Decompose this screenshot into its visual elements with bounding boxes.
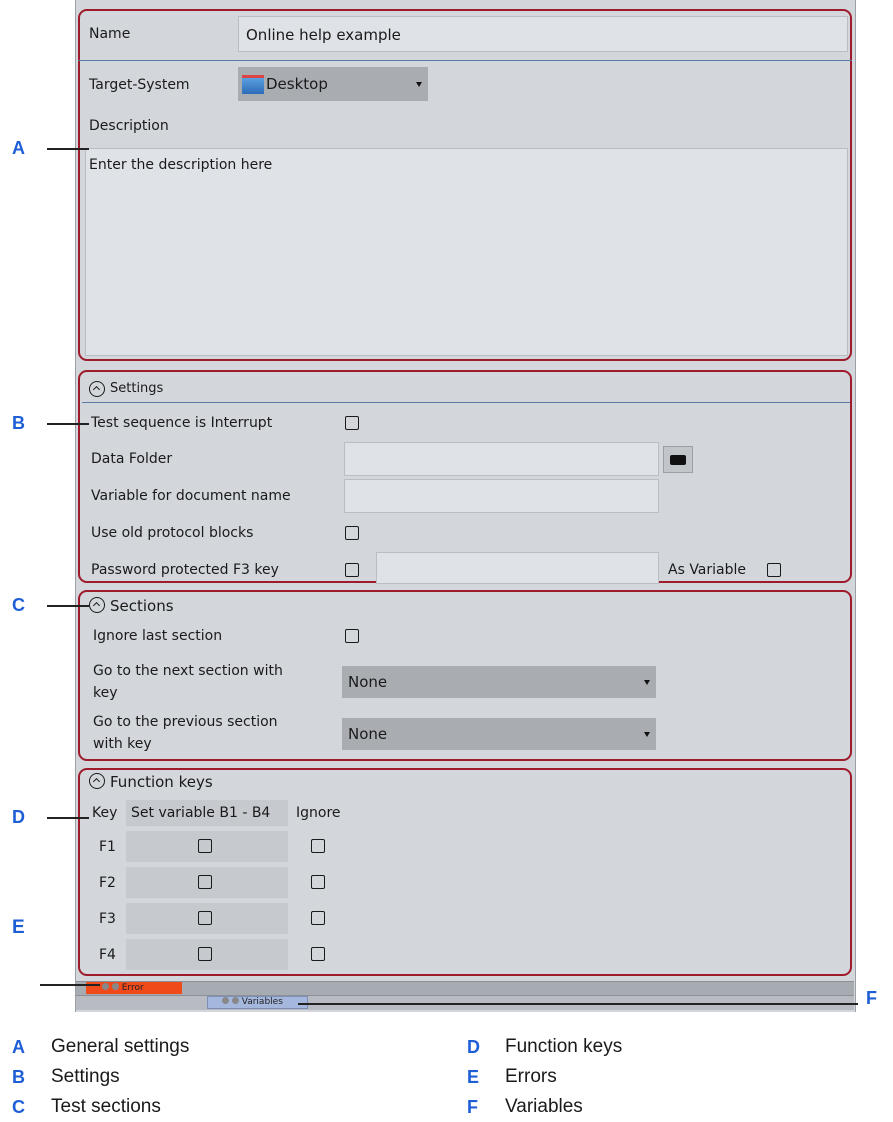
- callout-a-line: [47, 148, 89, 150]
- test-interrupt-checkbox[interactable]: [345, 416, 359, 430]
- sections-header: Sections: [110, 597, 174, 615]
- callout-b-line: [47, 423, 89, 425]
- status-dot-icon: [231, 997, 239, 1004]
- legend-letter: E: [467, 1067, 480, 1087]
- name-value: Online help example: [246, 26, 401, 44]
- fkey-row-label: F2: [99, 875, 116, 891]
- fkey-row-label: F3: [99, 911, 116, 927]
- f4-set-variable-checkbox[interactable]: [198, 947, 212, 961]
- ignore-last-checkbox[interactable]: [345, 629, 359, 643]
- name-divider: [78, 60, 852, 61]
- legend-text: General settings: [51, 1036, 190, 1057]
- next-section-value: None: [348, 673, 388, 691]
- callout-d: D: [12, 807, 25, 827]
- collapse-sections-icon[interactable]: [89, 597, 105, 613]
- legend-letter: F: [467, 1097, 478, 1117]
- password-f3-input[interactable]: [376, 552, 659, 584]
- description-value: Enter the description here: [89, 157, 273, 173]
- next-section-label-line1: Go to the next section with: [93, 663, 283, 679]
- chevron-down-icon: [416, 82, 422, 87]
- col-ignore-header: Ignore: [296, 805, 341, 821]
- next-section-label-line2: key: [93, 685, 118, 701]
- description-textarea[interactable]: Enter the description here: [85, 148, 848, 356]
- variable-doc-label: Variable for document name: [91, 488, 291, 504]
- status-dot-icon: [102, 983, 109, 990]
- legend-letter: D: [467, 1037, 480, 1057]
- legend-letter: A: [12, 1037, 25, 1057]
- f1-set-variable-checkbox[interactable]: [198, 839, 212, 853]
- chevron-down-icon: [644, 732, 650, 737]
- name-label: Name: [89, 26, 131, 42]
- variables-tab[interactable]: Variables: [207, 996, 308, 1009]
- variables-tab-label: Variables: [241, 997, 283, 1007]
- ignore-last-label: Ignore last section: [93, 628, 223, 644]
- next-section-select[interactable]: None: [342, 666, 656, 698]
- as-variable-checkbox[interactable]: [767, 563, 781, 577]
- legend-text: Test sections: [51, 1096, 161, 1117]
- f2-ignore-checkbox[interactable]: [311, 875, 325, 889]
- old-protocol-checkbox[interactable]: [345, 526, 359, 540]
- folder-icon: [670, 455, 686, 465]
- variable-doc-input[interactable]: [344, 479, 659, 513]
- prev-section-select[interactable]: None: [342, 718, 656, 750]
- f1-ignore-checkbox[interactable]: [311, 839, 325, 853]
- collapse-settings-icon[interactable]: [89, 381, 105, 397]
- callout-f-line: [298, 1003, 858, 1005]
- f4-ignore-checkbox[interactable]: [311, 947, 325, 961]
- fkey-row-label: F1: [99, 839, 116, 855]
- col-key-header: Key: [92, 805, 118, 821]
- fkey-row-label: F4: [99, 947, 116, 963]
- target-system-label: Target-System: [89, 77, 190, 93]
- name-input[interactable]: Online help example: [238, 16, 848, 52]
- callout-c-line: [47, 605, 89, 607]
- description-label: Description: [89, 118, 169, 134]
- settings-divider: [82, 402, 850, 403]
- as-variable-label: As Variable: [668, 562, 747, 578]
- error-tab[interactable]: Error: [86, 982, 182, 994]
- callout-e-leader: [40, 984, 100, 986]
- target-system-value: Desktop: [266, 75, 328, 93]
- legend-letter: B: [12, 1067, 25, 1087]
- target-system-select[interactable]: Desktop: [238, 67, 428, 101]
- legend-text: Errors: [505, 1066, 557, 1087]
- f3-ignore-checkbox[interactable]: [311, 911, 325, 925]
- settings-header: Settings: [110, 381, 164, 396]
- data-folder-label: Data Folder: [91, 451, 173, 467]
- callout-c: C: [12, 595, 25, 615]
- function-keys-header: Function keys: [110, 773, 213, 791]
- callout-d-line: [47, 817, 89, 819]
- legend-letter: C: [12, 1097, 25, 1117]
- prev-section-label-line2: with key: [93, 736, 152, 752]
- callout-b: B: [12, 413, 25, 433]
- callout-e: E: [12, 917, 25, 938]
- callout-f: F: [866, 988, 877, 1008]
- prev-section-value: None: [348, 725, 388, 743]
- password-f3-checkbox[interactable]: [345, 563, 359, 577]
- test-interrupt-label: Test sequence is Interrupt: [91, 415, 273, 431]
- chevron-down-icon: [644, 680, 650, 685]
- legend-text: Function keys: [505, 1036, 623, 1057]
- password-f3-label: Password protected F3 key: [91, 562, 279, 578]
- col-set-variable-header: Set variable B1 - B4: [131, 805, 271, 821]
- data-folder-input[interactable]: [344, 442, 659, 476]
- callout-a: A: [12, 138, 25, 158]
- error-bar: [76, 981, 854, 995]
- error-tab-label: Error: [121, 983, 144, 993]
- collapse-function-keys-icon[interactable]: [89, 773, 105, 789]
- prev-section-label-line1: Go to the previous section: [93, 714, 278, 730]
- status-dot-icon: [111, 983, 119, 990]
- desktop-icon: [242, 74, 264, 94]
- status-dot-icon: [222, 997, 229, 1004]
- legend-text: Variables: [505, 1096, 583, 1117]
- f2-set-variable-checkbox[interactable]: [198, 875, 212, 889]
- legend-text: Settings: [51, 1066, 120, 1087]
- old-protocol-label: Use old protocol blocks: [91, 525, 254, 541]
- browse-folder-button[interactable]: [663, 446, 693, 473]
- f3-set-variable-checkbox[interactable]: [198, 911, 212, 925]
